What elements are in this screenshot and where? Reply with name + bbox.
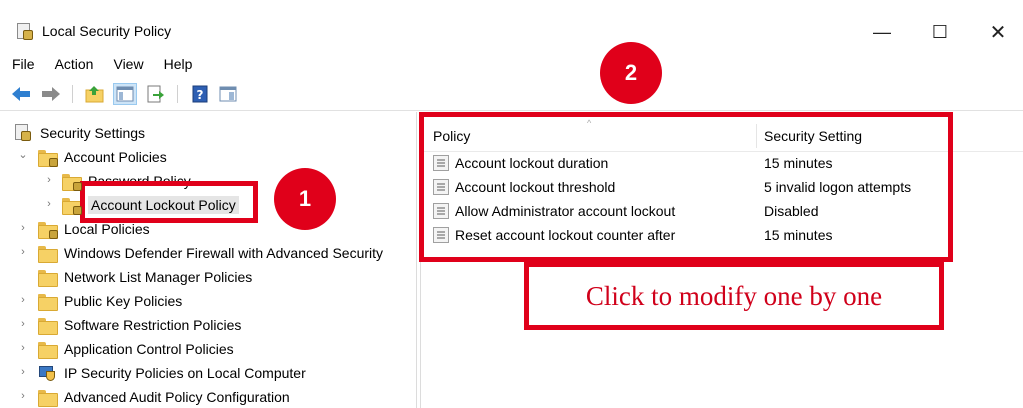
locked-folder-icon (62, 173, 82, 191)
tree-item-public-key-policies[interactable]: › Public Key Policies (14, 290, 182, 312)
tree-item-network-list-manager[interactable]: Network List Manager Policies (14, 266, 252, 288)
tree-item-label: Software Restriction Policies (64, 317, 242, 333)
highlight-account-lockout-policy (80, 181, 258, 223)
ip-security-icon (38, 364, 56, 382)
menu-action[interactable]: Action (43, 52, 102, 78)
menu-file[interactable]: File (0, 52, 43, 78)
tree-item-account-policies[interactable]: ⌄ Account Policies (14, 146, 167, 168)
chevron-right-icon[interactable]: › (43, 198, 55, 210)
chevron-right-icon[interactable]: › (17, 342, 29, 354)
chevron-right-icon[interactable]: › (43, 174, 55, 186)
security-policy-app-icon (16, 23, 34, 41)
step-badge-1: 1 (274, 168, 336, 230)
folder-icon (38, 269, 58, 287)
maximize-button[interactable]: ☐ (918, 18, 962, 46)
tree-item-application-control[interactable]: › Application Control Policies (14, 338, 234, 360)
folder-icon (38, 245, 58, 263)
tree-item-label: Security Settings (40, 125, 146, 141)
console-tree: Security Settings ⌄ Account Policies › P… (0, 118, 408, 408)
folder-icon (38, 389, 58, 407)
toolbar-border (0, 110, 1023, 111)
locked-folder-icon (38, 149, 58, 167)
locked-folder-icon (62, 197, 82, 215)
chevron-right-icon[interactable]: › (17, 390, 29, 402)
tree-item-label: Local Policies (64, 221, 150, 237)
highlight-policy-list (419, 112, 953, 262)
tree-item-label: Advanced Audit Policy Configuration (64, 389, 290, 405)
toolbar-separator (72, 85, 73, 103)
menu-help[interactable]: Help (152, 52, 201, 78)
instruction-callout: Click to modify one by one (524, 262, 944, 330)
chevron-right-icon[interactable]: › (17, 366, 29, 378)
close-button[interactable]: ✕ (976, 18, 1020, 46)
folder-icon (38, 341, 58, 359)
forward-arrow-icon[interactable] (40, 84, 60, 104)
chevron-right-icon[interactable]: › (17, 294, 29, 306)
folder-icon (38, 317, 58, 335)
local-security-policy-window: Local Security Policy — ☐ ✕ File Action … (0, 0, 1023, 408)
tree-item-advanced-audit[interactable]: › Advanced Audit Policy Configuration (14, 386, 290, 408)
chevron-right-icon[interactable]: › (17, 222, 29, 234)
menu-view[interactable]: View (101, 52, 151, 78)
tree-item-windows-defender-firewall[interactable]: › Windows Defender Firewall with Advance… (14, 242, 383, 264)
tree-item-label: Account Policies (64, 149, 167, 165)
tree-root-security-settings[interactable]: Security Settings (14, 122, 145, 144)
security-settings-icon (14, 124, 32, 142)
tree-item-label: Application Control Policies (64, 341, 234, 357)
chevron-down-icon[interactable]: ⌄ (17, 148, 29, 161)
chevron-right-icon[interactable]: › (17, 318, 29, 330)
step-badge-2: 2 (600, 42, 662, 104)
up-folder-icon[interactable] (85, 84, 105, 104)
folder-icon (38, 293, 58, 311)
help-icon[interactable]: ? (190, 84, 210, 104)
tree-item-software-restriction[interactable]: › Software Restriction Policies (14, 314, 241, 336)
tree-item-ip-security[interactable]: › IP Security Policies on Local Computer (14, 362, 306, 384)
console-pane-icon[interactable] (218, 84, 238, 104)
show-hide-tree-icon[interactable] (113, 83, 137, 105)
tree-item-label: Windows Defender Firewall with Advanced … (64, 245, 384, 261)
minimize-button[interactable]: — (860, 18, 904, 46)
title-bar[interactable]: Local Security Policy — ☐ ✕ (0, 10, 1023, 50)
locked-folder-icon (38, 221, 58, 239)
svg-text:?: ? (197, 88, 204, 102)
toolbar: ? (12, 82, 238, 106)
window-title: Local Security Policy (42, 23, 172, 39)
tree-item-label: IP Security Policies on Local Computer (64, 365, 306, 381)
chevron-right-icon[interactable]: › (17, 246, 29, 258)
export-list-icon[interactable] (145, 84, 165, 104)
menu-bar: File Action View Help (0, 52, 200, 78)
tree-item-label: Network List Manager Policies (64, 269, 253, 285)
back-arrow-icon[interactable] (12, 84, 32, 104)
toolbar-separator (177, 85, 178, 103)
tree-item-label: Public Key Policies (64, 293, 183, 309)
